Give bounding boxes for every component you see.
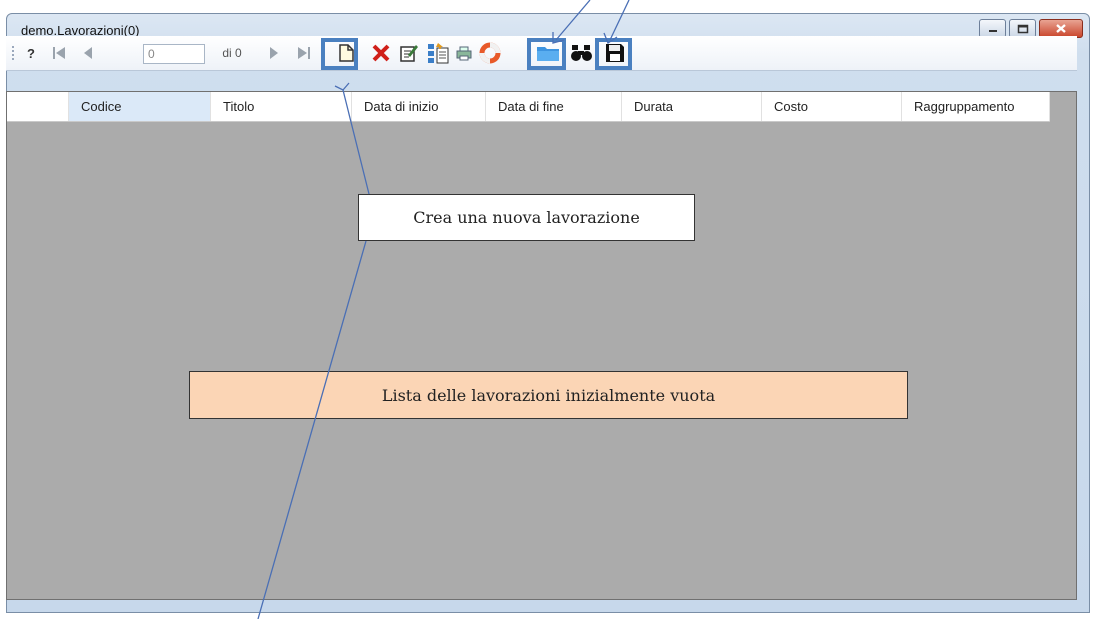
- arrow-to-folder-button: [555, 0, 591, 41]
- arrow-to-new-button: [342, 89, 370, 195]
- arrow-from-new-callout: [257, 240, 367, 619]
- arrow-to-new-button-head: [334, 82, 350, 91]
- annotation-arrows: [257, 0, 630, 619]
- arrow-to-save-button: [609, 0, 630, 41]
